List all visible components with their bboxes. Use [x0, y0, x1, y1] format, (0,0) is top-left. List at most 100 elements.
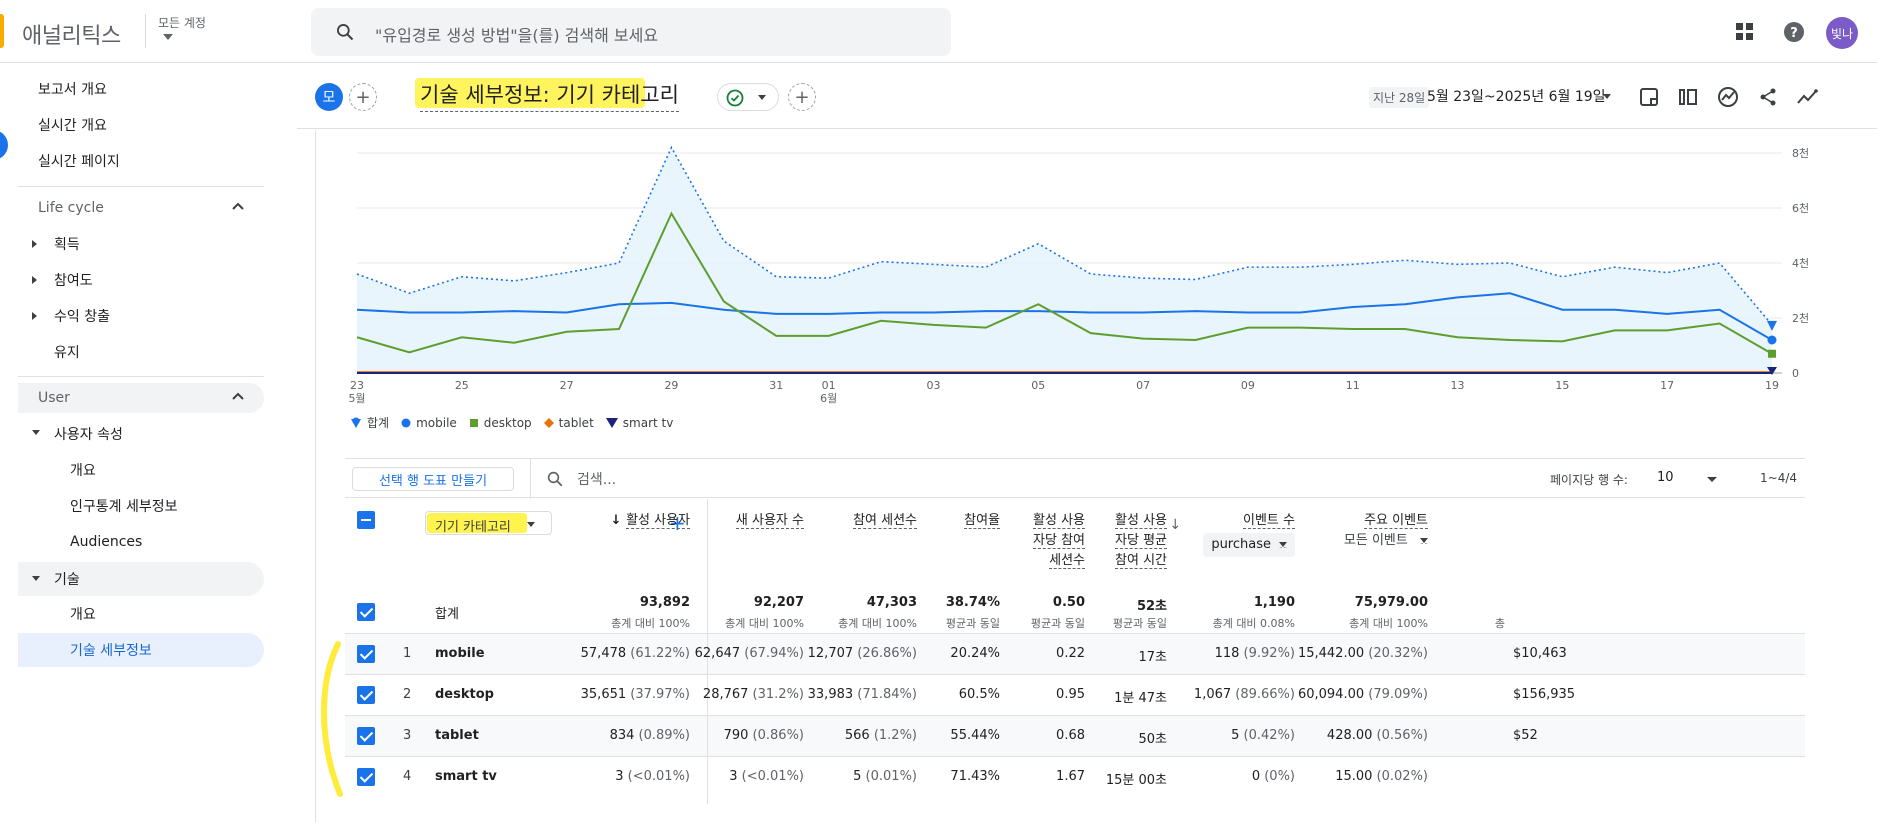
cell-value: 15.00 [1335, 769, 1373, 784]
trend-sparkle-icon[interactable] [1794, 83, 1822, 111]
legend-label: desktop [483, 415, 532, 430]
sidebar-item-retention[interactable]: 유지 [18, 337, 264, 367]
x-tick-label: 25 [455, 379, 469, 392]
status-chip[interactable] [717, 83, 779, 111]
compare-columns-icon[interactable] [1674, 83, 1702, 111]
sidebar-item-monetization[interactable]: 수익 창출 [18, 301, 264, 331]
sidebar-item-demographics[interactable]: 인구통계 세부정보 [18, 491, 264, 521]
insights-note-icon[interactable] [1635, 83, 1663, 111]
column-header[interactable]: 활성 사용 자당 참여 세션수 [1033, 511, 1085, 571]
sidebar-item-tech-overview[interactable]: 개요 [18, 599, 264, 629]
account-selector-label[interactable]: 모든 계정 [158, 14, 206, 31]
add-filter-button[interactable]: + [788, 83, 816, 111]
plot-rows-button[interactable]: 선택 행 도표 만들기 [352, 467, 514, 491]
chevron-down-icon[interactable] [1707, 477, 1717, 482]
x-month-label: 6월 [820, 392, 837, 405]
apps-grid-icon[interactable] [1731, 18, 1759, 46]
chevron-down-icon[interactable] [163, 34, 173, 40]
help-icon[interactable]: ? [1780, 18, 1808, 46]
legend-item-mobile[interactable]: mobile [401, 414, 457, 431]
event-scope-select[interactable]: 모든 이벤트 [1344, 531, 1428, 551]
sidebar-item-tech[interactable]: 기술 [18, 562, 264, 596]
expand-icon [32, 312, 37, 320]
chevron-down-icon[interactable] [1603, 94, 1611, 99]
sidebar-item-user-attributes[interactable]: 사용자 속성 [18, 419, 264, 449]
table-cell: 17초 [1138, 646, 1167, 665]
table-cell: 35,651 (37.97%) [581, 687, 690, 702]
app-title[interactable]: 애널리틱스 [22, 18, 121, 50]
row-dimension-value: mobile [435, 646, 485, 661]
row-checkbox[interactable] [357, 768, 375, 786]
cell-percent: (0.42%) [1239, 728, 1295, 743]
x-tick-label: 13 [1451, 379, 1465, 392]
table-search-input[interactable]: 검색... [577, 469, 616, 489]
sidebar-item-realtime-pages[interactable]: 실시간 페이지 [18, 146, 264, 176]
legend-item-tablet[interactable]: tablet [543, 414, 594, 431]
column-header[interactable]: 참여율 [964, 511, 1000, 531]
sidebar-section-user[interactable]: User [18, 383, 264, 413]
share-icon[interactable] [1754, 83, 1782, 111]
column-header[interactable]: 활성 사용 자당 평균 참여 시간 [1115, 511, 1167, 571]
date-range[interactable]: 5월 23일~2025년 6월 19일 [1427, 86, 1606, 106]
cell-percent: (20.32%) [1364, 646, 1428, 661]
cell-percent: (0.89%) [634, 728, 690, 743]
table-row[interactable]: 4 smart tv 3 (<0.01%) 3 (<0.01%) 5 (0.01%) 71… [345, 756, 1805, 798]
date-preset-badge[interactable]: 지난 28일 [1369, 87, 1430, 108]
sidebar-item-reports-overview[interactable]: 보고서 개요 [18, 74, 264, 104]
sidebar-item-attr-overview[interactable]: 개요 [18, 455, 264, 485]
column-header[interactable]: 새 사용자 수 [735, 511, 804, 531]
event-filter-pill[interactable]: purchase [1203, 533, 1295, 557]
sidebar-divider [18, 186, 264, 187]
legend-item-total[interactable]: 합계 [350, 414, 389, 431]
page-title[interactable]: 기술 세부정보: 기기 카테고리 [420, 79, 679, 112]
table-row[interactable]: 3 tablet 834 (0.89%) 790 (0.86%) 566 (1.2%) 5… [345, 715, 1805, 757]
sidebar-item-acquisition[interactable]: 획득 [18, 229, 264, 259]
sort-arrow-icon[interactable]: ↓ [1169, 515, 1181, 535]
table-cell: 1분 47초 [1114, 687, 1167, 706]
table-cell: 428.00 (0.56%) [1327, 728, 1428, 743]
legend-item-smart-tv[interactable]: smart tv [605, 414, 673, 431]
comparison-chip[interactable]: 모 [315, 83, 343, 111]
circle-marker-icon [401, 418, 411, 427]
chevron-up-icon[interactable] [232, 392, 244, 400]
x-tick-label: 05 [1031, 379, 1045, 392]
add-comparison-button[interactable]: + [349, 83, 377, 111]
select-all-checkbox[interactable] [357, 511, 375, 529]
total-row-checkbox[interactable] [357, 603, 375, 621]
column-header-label: 참여 시간 [1115, 553, 1167, 569]
row-checkbox[interactable] [357, 686, 375, 704]
table-row[interactable]: 2 desktop 35,651 (37.97%) 28,767 (31.2%) 33,… [345, 674, 1805, 716]
table-cell: 57,478 (61.22%) [581, 646, 690, 661]
table-cell: 0 (0%) [1252, 769, 1295, 784]
sidebar-item-realtime-overview[interactable]: 실시간 개요 [18, 110, 264, 140]
sidebar-item-tech-details[interactable]: 기술 세부정보 [18, 633, 264, 667]
sidebar-item-engagement[interactable]: 참여도 [18, 265, 264, 295]
cell-value: 1,067 [1193, 687, 1232, 702]
legend-label: tablet [558, 415, 594, 430]
total-value: 75,979.00 [1354, 595, 1428, 610]
chevron-up-icon[interactable] [232, 202, 244, 210]
sidebar-item-audiences[interactable]: Audiences [18, 527, 264, 557]
table-cell: 1,067 (89.66%) [1194, 687, 1295, 702]
insights-icon[interactable] [1714, 83, 1742, 111]
divider [145, 14, 146, 48]
row-checkbox[interactable] [357, 645, 375, 663]
cell-value: 566 [844, 728, 870, 743]
column-header[interactable]: ↓ 활성 사용자 [611, 511, 690, 531]
cell-value: 15분 00초 [1105, 773, 1167, 788]
row-checkbox[interactable] [357, 727, 375, 745]
rows-per-page-select[interactable]: 10 [1657, 470, 1674, 485]
sort-arrow-icon[interactable]: ↓ [611, 513, 626, 528]
column-header[interactable]: 주요 이벤트 모든 이벤트 [1344, 511, 1428, 551]
search-input[interactable]: "유입경로 생성 방법"을(를) 검색해 보세요 [311, 8, 951, 56]
table-row[interactable]: 1 mobile 57,478 (61.22%) 62,647 (67.94%) 12,… [345, 633, 1805, 675]
sidebar: 보고서 개요 실시간 개요 실시간 페이지 Life cycle 획득 참여도 … [18, 63, 268, 822]
column-header[interactable]: 이벤트 수 purchase ↓ [1169, 511, 1295, 557]
cell-value: 55.44% [950, 728, 1000, 743]
column-header-label: 자당 참여 [1033, 533, 1085, 549]
column-header[interactable]: 참여 세션수 [853, 511, 917, 531]
legend-item-desktop[interactable]: desktop [469, 414, 532, 431]
table-cell: 15분 00초 [1106, 769, 1167, 788]
sidebar-section-lifecycle[interactable]: Life cycle [18, 193, 264, 223]
avatar[interactable]: 빛나 [1826, 17, 1858, 49]
